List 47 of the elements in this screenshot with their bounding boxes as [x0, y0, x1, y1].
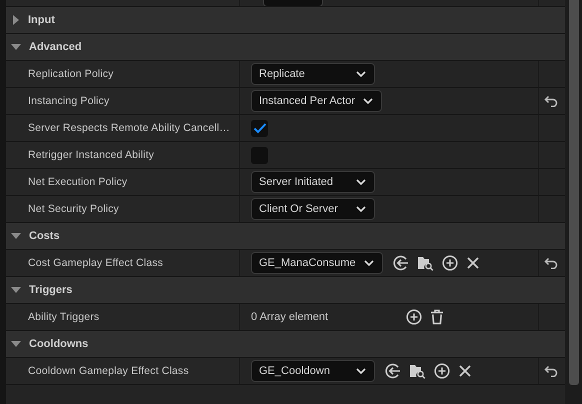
- collapsed-triangle-icon[interactable]: [13, 15, 19, 25]
- chevron-down-icon: [364, 260, 374, 266]
- chevron-down-icon: [356, 179, 366, 185]
- dropdown[interactable]: Replicate: [251, 63, 375, 85]
- scrollbar-thumb[interactable]: [569, 0, 579, 385]
- undo-arrow-icon[interactable]: [544, 365, 558, 377]
- checkbox[interactable]: [251, 120, 268, 136]
- section-header[interactable]: Advanced: [29, 41, 82, 53]
- chevron-down-icon: [356, 368, 366, 374]
- property-label: Instancing Policy: [28, 95, 110, 107]
- property-label: Cooldown Gameplay Effect Class: [28, 365, 189, 377]
- section-header[interactable]: Costs: [29, 230, 60, 242]
- dropdown[interactable]: GE_ManaConsume: [251, 252, 383, 274]
- folder-search-icon[interactable]: [409, 363, 426, 379]
- expanded-triangle-icon[interactable]: [11, 44, 21, 50]
- expanded-triangle-icon[interactable]: [11, 233, 21, 239]
- folder-search-icon[interactable]: [416, 255, 434, 271]
- close-icon[interactable]: [466, 256, 480, 270]
- property-label: Replication Policy: [28, 68, 114, 80]
- property-label: Retrigger Instanced Ability: [28, 149, 154, 161]
- plus-circle-icon[interactable]: [434, 363, 450, 379]
- plus-circle-icon[interactable]: [406, 309, 422, 325]
- arrow-in-circle-icon[interactable]: [392, 255, 409, 271]
- property-label: Ability Triggers: [28, 311, 100, 323]
- expanded-triangle-icon[interactable]: [11, 341, 21, 347]
- array-count: 0 Array element: [251, 311, 328, 323]
- section-header[interactable]: Input: [28, 14, 55, 26]
- undo-arrow-icon[interactable]: [544, 257, 558, 269]
- plus-circle-icon[interactable]: [442, 255, 458, 271]
- arrow-in-circle-icon[interactable]: [385, 363, 401, 379]
- property-label: Cost Gameplay Effect Class: [28, 257, 164, 269]
- trash-icon[interactable]: [430, 309, 444, 325]
- chevron-down-icon: [356, 71, 366, 77]
- undo-arrow-icon[interactable]: [544, 95, 558, 107]
- expanded-triangle-icon[interactable]: [11, 287, 21, 293]
- property-label: Server Respects Remote Ability Cancell…: [28, 122, 230, 134]
- dropdown[interactable]: Client Or Server: [251, 198, 375, 220]
- dropdown[interactable]: GE_Cooldown: [251, 360, 375, 382]
- property-label: Net Security Policy: [28, 203, 119, 215]
- section-header[interactable]: Triggers: [29, 284, 72, 296]
- dropdown[interactable]: Server Initiated: [251, 171, 375, 193]
- dropdown[interactable]: Instanced Per Actor: [251, 90, 382, 112]
- property-label: Net Execution Policy: [28, 176, 128, 188]
- chevron-down-icon: [356, 206, 366, 212]
- close-icon[interactable]: [458, 364, 472, 378]
- section-header[interactable]: Cooldowns: [29, 338, 88, 350]
- chevron-down-icon: [363, 98, 373, 104]
